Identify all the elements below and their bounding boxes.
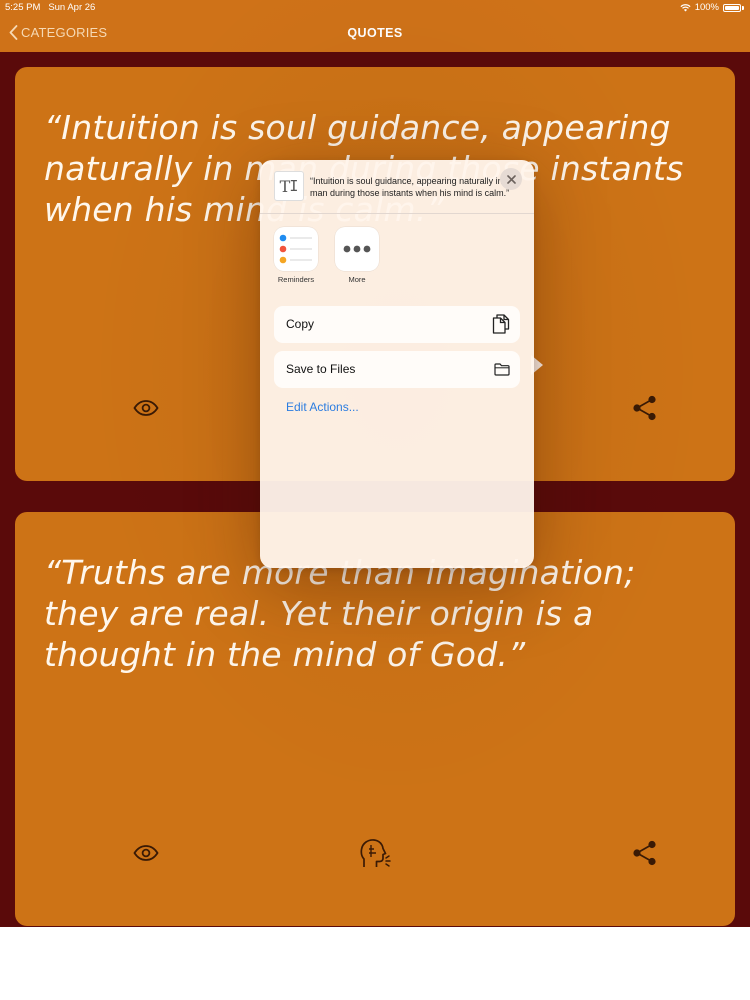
share-app-label: Reminders [277,275,315,284]
battery-percent: 100% [694,2,719,13]
save-to-files-label: Save to Files [286,362,356,376]
battery-icon [723,3,741,12]
page-title: QUOTES [347,26,403,40]
save-to-files-action[interactable]: Save to Files [274,351,520,388]
quote-text: “Truths are more than imagination; they … [44,553,636,674]
status-time: 5:25 PM [5,2,41,13]
status-time-date: 5:25 PM Sun Apr 26 [5,2,95,13]
navigation-bar: 5:25 PM Sun Apr 26 100% CATEGORIES QUOTE… [0,0,750,52]
status-date: Sun Apr 26 [48,2,96,13]
close-button[interactable] [500,168,522,190]
text-document-icon: TI [274,171,304,201]
copy-action-label: Copy [286,317,315,331]
share-preview: TI “Intuition is soul guidance, appearin… [260,160,534,214]
share-app-reminders[interactable]: Reminders [274,227,318,284]
eye-icon[interactable] [133,400,159,416]
share-icon[interactable] [632,395,658,421]
folder-icon [494,363,510,381]
reminders-icon [274,227,318,271]
share-preview-text: “Intuition is soul guidance, appearing n… [310,176,510,198]
share-sheet: TI “Intuition is soul guidance, appearin… [260,160,534,568]
edit-actions-link[interactable]: Edit Actions... [286,400,359,414]
status-right: 100% [680,2,744,13]
eye-icon[interactable] [133,845,159,861]
more-icon [335,227,379,271]
share-app-more[interactable]: More [335,227,379,284]
close-icon [506,174,516,184]
share-app-label: More [348,275,366,284]
copy-action[interactable]: Copy [274,306,520,343]
share-app-row: Reminders More [274,227,379,284]
speak-icon[interactable] [359,837,391,869]
quote-card: “Truths are more than imagination; they … [15,512,735,926]
copy-icon [492,314,510,339]
quotes-screen: 5:25 PM Sun Apr 26 100% CATEGORIES QUOTE… [0,0,750,927]
wifi-icon [680,3,691,12]
share-icon[interactable] [632,840,658,866]
